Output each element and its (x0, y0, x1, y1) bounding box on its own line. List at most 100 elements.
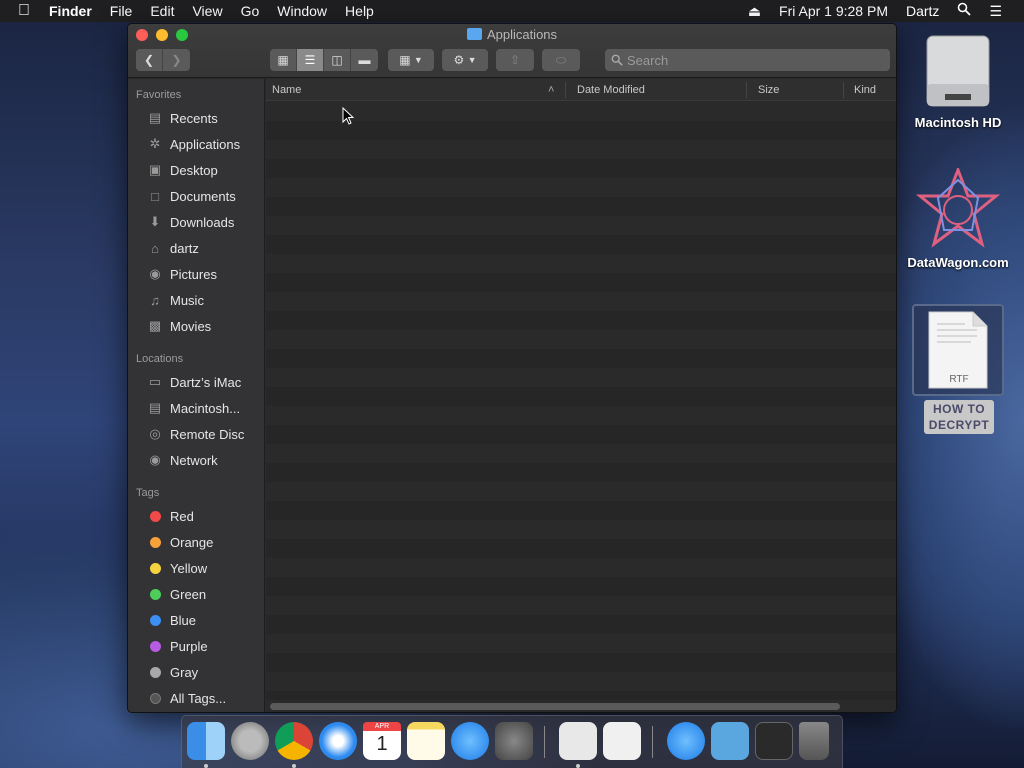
share-button[interactable]: ⇧ (496, 49, 534, 71)
menu-window[interactable]: Window (268, 0, 336, 22)
file-list: Name ˄ Date Modified Size Kind (266, 79, 896, 712)
finder-icon[interactable] (187, 722, 225, 760)
datawagon-star-icon (915, 165, 1001, 248)
chevron-down-icon: ▼ (467, 55, 477, 65)
horizontal-scrollbar[interactable] (270, 703, 840, 710)
disk-icon: ▤ (148, 400, 162, 415)
group-by-button[interactable]: ▦ ▼ (388, 49, 434, 71)
desktop-icon-how-to-decrypt[interactable]: RTF HOW TO DECRYPT (912, 304, 1006, 434)
sidebar-item-movies[interactable]: ▩ Movies (128, 313, 264, 339)
eject-icon[interactable]: ⏏ (739, 0, 770, 22)
spotlight-icon[interactable] (948, 0, 980, 22)
sidebar-section-locations: Locations (136, 353, 184, 365)
sidebar-item-imac[interactable]: ▭ Dartz’s iMac (128, 369, 264, 395)
sidebar-item-recents[interactable]: ▤ Recents (128, 105, 264, 131)
sidebar-item-remote-disc[interactable]: ◎ Remote Disc (128, 421, 264, 447)
menu-help[interactable]: Help (336, 0, 383, 22)
tag-red-dot (149, 510, 161, 522)
sidebar-tag-purple[interactable]: Purple (128, 633, 264, 659)
apple-menu-icon[interactable]:  (0, 2, 40, 20)
sidebar-section-tags: Tags (136, 487, 160, 499)
desktop-icon-macintosh-hd[interactable]: Macintosh HD (906, 32, 1010, 130)
back-button[interactable]: ❮ (136, 49, 163, 71)
sidebar-item-music[interactable]: ♫ Music (128, 287, 264, 313)
system-preferences-icon[interactable] (495, 722, 533, 760)
sidebar-item-home[interactable]: ⌂ dartz (128, 235, 264, 261)
column-size[interactable]: Size (752, 79, 779, 101)
dock-separator (544, 726, 545, 758)
column-separator (843, 82, 844, 98)
trash-icon[interactable] (799, 722, 829, 760)
menu-bar:  Finder File Edit View Go Window Help ⏏… (0, 0, 1024, 22)
downloads-icon: ⬇ (149, 214, 161, 229)
calendar-icon[interactable]: APR 1 (363, 722, 401, 760)
column-kind[interactable]: Kind (848, 79, 876, 101)
sidebar-tag-orange[interactable]: Orange (128, 529, 264, 555)
safari-icon[interactable] (319, 722, 357, 760)
app-menu-finder[interactable]: Finder (40, 0, 101, 22)
app-store-icon[interactable] (451, 722, 489, 760)
tag-green-dot (149, 588, 161, 600)
sidebar: Favorites ▤ Recents ✲ Applications ▣ Deskto… (128, 79, 265, 712)
action-button[interactable]: ⚙ ▼ (442, 49, 488, 71)
search-icon (611, 54, 623, 66)
document-icon[interactable] (559, 722, 597, 760)
sidebar-tag-gray[interactable]: Gray (128, 659, 264, 685)
sidebar-tag-blue[interactable]: Blue (128, 607, 264, 633)
gallery-view-button[interactable]: ▬ (351, 49, 378, 71)
tag-purple-dot (149, 640, 161, 652)
tag-icon: ⬭ (555, 52, 567, 67)
gear-icon: ⚙ (453, 53, 465, 67)
sidebar-tag-yellow[interactable]: Yellow (128, 555, 264, 581)
search-input[interactable] (627, 52, 877, 68)
menu-file[interactable]: File (101, 0, 142, 22)
forward-button[interactable]: ❯ (163, 49, 190, 71)
window-title: Applications (128, 27, 896, 42)
running-indicator (576, 764, 580, 768)
textedit-icon[interactable] (603, 722, 641, 760)
empty-list-rows[interactable] (266, 102, 896, 700)
desktop-icon-datawagon[interactable]: DataWagon.com (902, 165, 1014, 270)
sidebar-section-favorites: Favorites (136, 89, 182, 101)
notes-icon[interactable] (407, 722, 445, 760)
back-forward-control: ❮ ❯ (136, 49, 190, 71)
column-name[interactable]: Name ˄ (266, 79, 566, 101)
list-view-button[interactable]: ☰ (297, 49, 324, 71)
screen-recording-icon[interactable] (755, 722, 793, 760)
cd-icon: ◎ (149, 426, 161, 441)
menubar-clock[interactable]: Fri Apr 1 9:28 PM (770, 0, 897, 22)
chevron-down-icon: ▼ (413, 55, 423, 65)
music-note-icon: ♫ (150, 292, 160, 308)
column-view-button[interactable]: ◫ (324, 49, 351, 71)
notification-center-icon[interactable]: ☰ (980, 0, 1024, 22)
app-store-folder-icon[interactable] (667, 722, 705, 760)
icon-view-button[interactable]: ▦ (270, 49, 297, 71)
sidebar-item-network[interactable]: ◉ Network (128, 447, 264, 473)
all-tags-icon (149, 692, 161, 704)
sidebar-all-tags[interactable]: All Tags... (128, 685, 264, 711)
sidebar-item-downloads[interactable]: ⬇ Downloads (128, 209, 264, 235)
running-indicator (292, 764, 296, 768)
sidebar-item-desktop[interactable]: ▣ Desktop (128, 157, 264, 183)
dock: APR 1 (181, 715, 843, 768)
sidebar-tag-red[interactable]: Red (128, 503, 264, 529)
sidebar-item-applications[interactable]: ✲ Applications (128, 131, 264, 157)
menu-go[interactable]: Go (232, 0, 269, 22)
view-mode-control: ▦ ☰ ◫ ▬ (270, 49, 378, 71)
tag-orange-dot (149, 536, 161, 548)
menu-edit[interactable]: Edit (141, 0, 183, 22)
sidebar-item-pictures[interactable]: ◉ Pictures (128, 261, 264, 287)
menu-view[interactable]: View (183, 0, 231, 22)
column-date-modified[interactable]: Date Modified (571, 79, 645, 101)
file-label: HOW TO DECRYPT (924, 400, 994, 434)
menubar-user[interactable]: Dartz (897, 0, 948, 22)
sidebar-item-documents[interactable]: □ Documents (128, 183, 264, 209)
grid-icon: ▦ (399, 53, 411, 67)
chrome-icon[interactable] (275, 722, 313, 760)
sidebar-item-macintosh-hd[interactable]: ▤ Macintosh... (128, 395, 264, 421)
launchpad-icon[interactable] (231, 722, 269, 760)
tag-button[interactable]: ⬭ (542, 49, 580, 71)
sidebar-tag-green[interactable]: Green (128, 581, 264, 607)
downloads-folder-icon[interactable] (711, 722, 749, 760)
search-field[interactable] (605, 49, 890, 71)
